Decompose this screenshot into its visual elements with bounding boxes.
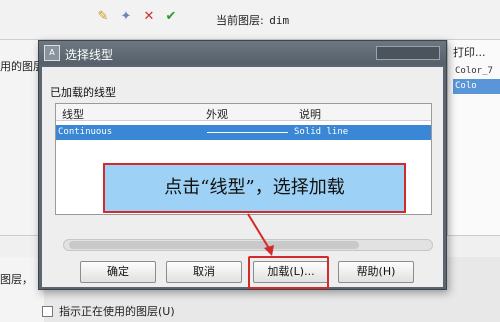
print-cell[interactable]: Color_7 bbox=[453, 64, 500, 79]
dialog-title: 选择线型 bbox=[65, 48, 114, 62]
current-layer-value: dim bbox=[269, 14, 290, 27]
callout-arrow-icon bbox=[247, 213, 274, 256]
print-column: Color_7 Colo bbox=[453, 64, 500, 98]
column-header-appearance[interactable]: 外观 bbox=[206, 106, 228, 122]
list-header: 线型 外观 说明 bbox=[56, 104, 431, 121]
column-header-linetype[interactable]: 线型 bbox=[62, 106, 84, 122]
layer-toolbar: ✎ ✦ ✕ ✔ 当前图层: dim bbox=[0, 0, 500, 40]
set-current-icon[interactable]: ✔ bbox=[163, 9, 179, 25]
linetype-name: Continuous bbox=[58, 127, 113, 137]
column-header-description[interactable]: 说明 bbox=[299, 106, 321, 122]
show-used-layers-label: 指示正在使用的图层(U) bbox=[59, 305, 175, 318]
show-used-layers-option[interactable]: 指示正在使用的图层(U) bbox=[42, 303, 175, 319]
table-row[interactable]: Continuous Solid line bbox=[56, 125, 431, 140]
linetype-preview bbox=[207, 132, 288, 133]
new-layer-icon[interactable]: ✎ bbox=[95, 9, 111, 25]
dialog-title-bar[interactable]: A 选择线型 bbox=[39, 41, 446, 65]
show-used-layers-checkbox[interactable] bbox=[42, 305, 53, 317]
print-cell[interactable]: Colo bbox=[453, 79, 500, 94]
help-button[interactable]: 帮助(H) bbox=[338, 261, 414, 283]
callout-text: 点击“线型”，选择加载 bbox=[164, 177, 345, 198]
loaded-linetypes-label: 已加载的线型 bbox=[50, 86, 116, 99]
status-text: 图层， bbox=[0, 273, 33, 286]
current-layer-label: 当前图层: bbox=[216, 14, 264, 27]
app-icon: A bbox=[44, 45, 60, 61]
load-button-highlight bbox=[248, 256, 329, 289]
cancel-button[interactable]: 取消 bbox=[166, 261, 242, 283]
current-layer-readout: 当前图层: dim bbox=[216, 12, 289, 28]
linetype-description: Solid line bbox=[294, 127, 349, 137]
close-button[interactable] bbox=[376, 46, 440, 60]
new-layer-vp-icon[interactable]: ✦ bbox=[118, 9, 134, 25]
ok-button[interactable]: 确定 bbox=[80, 261, 156, 283]
delete-layer-icon[interactable]: ✕ bbox=[141, 9, 157, 25]
print-column-header[interactable]: 打印... bbox=[453, 44, 486, 60]
scrollbar-thumb[interactable] bbox=[69, 241, 359, 249]
tutorial-callout: 点击“线型”，选择加载 bbox=[103, 163, 406, 213]
